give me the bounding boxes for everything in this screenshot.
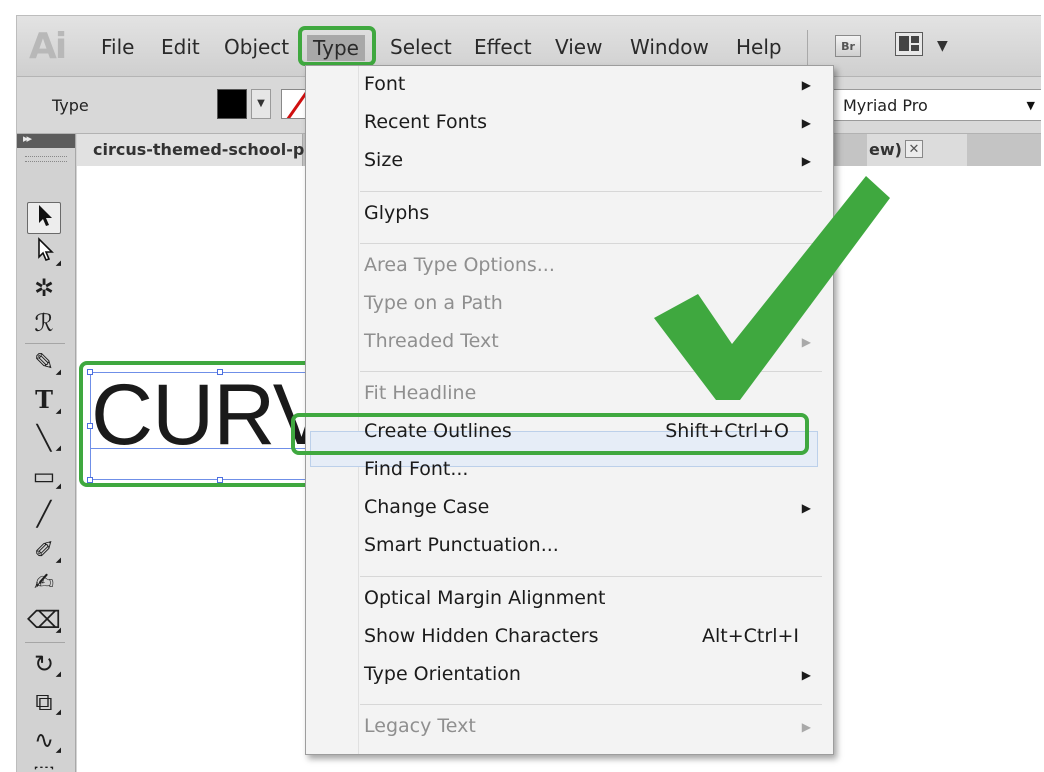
warp-tool-icon[interactable]: ∿ ◢ (27, 724, 61, 756)
close-icon[interactable]: ✕ (905, 140, 923, 158)
rotate-tool-icon[interactable]: ↻ ◢ (27, 648, 61, 680)
magic-wand-tool-icon[interactable]: ✲ (27, 272, 61, 304)
pencil-tool-icon[interactable]: ✐ ◢ (27, 534, 61, 566)
menu-separator (360, 576, 822, 577)
chevron-down-icon: ▼ (1026, 99, 1035, 112)
document-tab-label: circus-themed-school-p (93, 140, 305, 159)
menu-select[interactable]: Select (390, 35, 452, 59)
type-tool-icon[interactable]: T ◢ (27, 384, 61, 416)
menu-item-type-orientation[interactable]: Type Orientation ▶ (306, 656, 833, 694)
menu-item-legacy-text: Legacy Text ▶ (306, 708, 833, 746)
stroke-swatch[interactable] (281, 89, 307, 119)
eraser-tool-icon[interactable]: ⌫ ◢ (27, 604, 61, 636)
document-tab-view[interactable]: ew) ✕ (867, 134, 967, 166)
menu-effect[interactable]: Effect (474, 35, 532, 59)
menu-item-change-case[interactable]: Change Case ▶ (306, 489, 833, 527)
tools-divider (25, 642, 65, 643)
line-tool-icon[interactable]: ╲ ◢ (27, 422, 61, 454)
direct-selection-tool-icon[interactable]: ◢ (27, 237, 61, 269)
tools-panel: ▸▸ ◢ ✲ ℛ ✎ ◢ T ◢ ╲ ◢ ▭ ◢ ╱ ✐ ◢ ✍ ⌫ ◢ ↻ ◢ ⧉ ◢ ∿ ◢ … (17, 132, 76, 772)
menu-item-recent-fonts[interactable]: Recent Fonts ▶ (306, 104, 833, 142)
menu-file[interactable]: File (101, 35, 134, 59)
pen-tool-icon[interactable]: ✎ ◢ (27, 346, 61, 378)
tools-divider (25, 343, 65, 344)
menu-item-optical-margin-alignment[interactable]: Optical Margin Alignment (306, 580, 833, 618)
menu-help[interactable]: Help (736, 35, 782, 59)
submenu-arrow-icon: ▶ (801, 668, 811, 682)
menu-item-label: Smart Punctuation... (364, 534, 559, 556)
lasso-tool-icon[interactable]: ℛ (27, 307, 61, 339)
menu-item-label: Recent Fonts (364, 111, 487, 133)
menu-item-font[interactable]: Font ▶ (306, 66, 833, 104)
menu-item-label: Optical Margin Alignment (364, 587, 606, 609)
submenu-arrow-icon: ▶ (801, 116, 811, 130)
menu-item-label: Threaded Text (364, 330, 499, 352)
workspace-switcher-icon[interactable] (895, 32, 925, 56)
menu-item-label: Find Font... (364, 458, 469, 480)
menu-item-label: Show Hidden Characters (364, 625, 599, 647)
menu-edit[interactable]: Edit (161, 35, 200, 59)
menu-view[interactable]: View (555, 35, 602, 59)
menu-item-label: Legacy Text (364, 715, 476, 737)
selection-tool-icon[interactable] (27, 202, 61, 234)
document-tab[interactable]: circus-themed-school-p (77, 134, 305, 166)
menu-window[interactable]: Window (630, 35, 709, 59)
control-bar-label: Type (52, 96, 89, 115)
submenu-arrow-icon: ▶ (801, 78, 811, 92)
chevron-down-icon[interactable]: ▼ (937, 38, 948, 54)
menu-item-label: Size (364, 149, 404, 171)
green-checkmark-icon (654, 176, 890, 400)
paintbrush-tool-icon[interactable]: ╱ (27, 498, 61, 530)
menu-item-label: Type Orientation (364, 663, 521, 685)
menu-separator (360, 704, 822, 705)
submenu-arrow-icon: ▶ (801, 501, 811, 515)
menu-item-label: Change Case (364, 496, 490, 518)
fill-swatch[interactable] (217, 89, 247, 119)
text-object-highlight (79, 361, 319, 487)
view-mode-label: ew) (869, 140, 902, 159)
tools-panel-grip[interactable] (25, 156, 67, 162)
menu-item-shortcut: Alt+Ctrl+I (702, 625, 799, 647)
font-family-select[interactable]: Myriad Pro ▼ (832, 89, 1041, 121)
tools-panel-header[interactable]: ▸▸ (17, 132, 75, 148)
menu-item-show-hidden-characters[interactable]: Show Hidden Characters Alt+Ctrl+I (306, 618, 833, 656)
menu-object[interactable]: Object (224, 35, 289, 59)
free-transform-tool-icon[interactable]: ⬚ (27, 758, 61, 772)
menu-item-smart-punctuation[interactable]: Smart Punctuation... (306, 527, 833, 565)
fill-dropdown-icon[interactable]: ▼ (251, 89, 271, 119)
menu-item-label: Glyphs (364, 202, 430, 224)
type-menu-highlight (298, 26, 376, 66)
menu-item-label: Fit Headline (364, 382, 477, 404)
submenu-arrow-icon: ▶ (801, 720, 811, 734)
menu-item-label: Font (364, 73, 406, 95)
menu-item-label: Area Type Options... (364, 254, 555, 276)
submenu-arrow-icon: ▶ (801, 154, 811, 168)
rectangle-tool-icon[interactable]: ▭ ◢ (27, 460, 61, 492)
menu-item-label: Type on a Path (364, 292, 503, 314)
bridge-button[interactable]: Br (835, 35, 861, 57)
app-logo: Ai (29, 26, 67, 67)
create-outlines-highlight (291, 413, 809, 455)
font-family-value: Myriad Pro (843, 96, 928, 115)
scale-tool-icon[interactable]: ⧉ ◢ (27, 686, 61, 718)
menu-item-find-font[interactable]: Find Font... (306, 451, 833, 489)
blob-brush-tool-icon[interactable]: ✍ (27, 566, 61, 598)
menu-separator (807, 30, 808, 66)
